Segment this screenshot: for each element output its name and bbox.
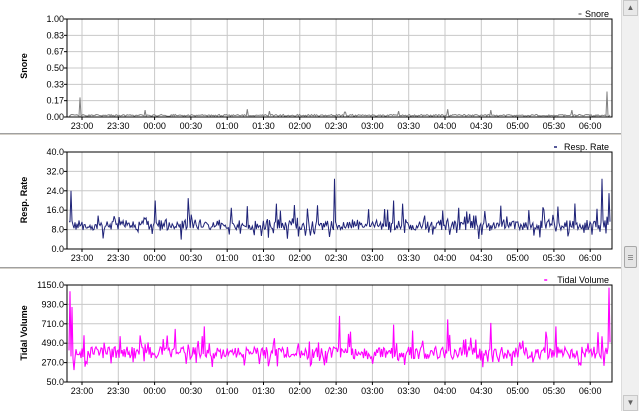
y-tick-label: 24.0: [46, 186, 64, 196]
scrollbar-thumb[interactable]: [624, 246, 637, 268]
x-tick-label: 04:30: [470, 253, 493, 263]
x-tick-label: 23:00: [71, 386, 94, 396]
x-tick-label: 00:30: [180, 121, 203, 131]
legend-label: Resp. Rate: [564, 142, 609, 152]
x-tick-label: 04:00: [434, 121, 457, 131]
x-tick-label: 06:00: [579, 121, 602, 131]
vertical-scrollbar[interactable]: ▲ ▼: [621, 0, 639, 411]
y-tick-label: 8.0: [51, 225, 64, 235]
x-tick-label: 05:00: [506, 253, 529, 263]
x-tick-label: 05:30: [543, 386, 566, 396]
y-tick-label: 1.00: [46, 14, 64, 24]
snore-panel: 1.00 0.83 0.67 0.50 0.33 0.17 0.00 23:00 23:30 00…: [0, 0, 621, 133]
x-tick-label: 03:30: [397, 253, 420, 263]
x-tick-label: 06:00: [579, 253, 602, 263]
y-tick-label: 710.0: [41, 319, 64, 329]
x-tick-label: 03:30: [397, 121, 420, 131]
x-tick-label: 23:30: [107, 253, 130, 263]
x-tick-label: 01:30: [252, 121, 275, 131]
y-axis-label: Resp. Rate: [19, 177, 29, 224]
y-tick-label: 0.00: [46, 112, 64, 122]
y-tick-label: 0.67: [46, 47, 64, 57]
x-tick-label: 05:00: [506, 121, 529, 131]
x-tick-label: 04:30: [470, 121, 493, 131]
y-tick-label: 490.0: [41, 338, 64, 348]
y-tick-label: 0.0: [51, 244, 64, 254]
x-tick-label: 02:00: [289, 121, 312, 131]
y-tick-label: 0.17: [46, 96, 64, 106]
y-tick-label: 0.50: [46, 63, 64, 73]
tidal-volume-chart: 1150.0 930.0 710.0 490.0 270.0 50.0 23:00 23:30…: [19, 275, 613, 396]
x-tick-label: 03:30: [397, 386, 420, 396]
x-tick-label: 02:30: [325, 121, 348, 131]
scroll-up-arrow-icon[interactable]: ▲: [623, 0, 638, 16]
tidal-volume-panel: 1150.0 930.0 710.0 490.0 270.0 50.0 23:00 23:30…: [0, 270, 621, 411]
legend-label: Tidal Volume: [557, 275, 609, 285]
x-tick-label: 01:00: [216, 386, 239, 396]
x-tick-label: 01:00: [216, 253, 239, 263]
resp-rate-panel: 40.0 32.0 24.0 16.0 8.0 0.0 23:00 23:30 00:00 00:…: [0, 136, 621, 267]
x-tick-label: 03:00: [361, 253, 384, 263]
x-tick-label: 06:00: [579, 386, 602, 396]
x-tick-label: 23:00: [71, 253, 94, 263]
y-tick-label: 0.33: [46, 79, 64, 89]
x-tick-label: 05:30: [543, 253, 566, 263]
scroll-down-arrow-icon[interactable]: ▼: [623, 395, 638, 411]
x-tick-label: 23:30: [107, 121, 130, 131]
legend-label: Snore: [585, 9, 609, 19]
y-tick-label: 1150.0: [37, 280, 64, 290]
snore-chart: 1.00 0.83 0.67 0.50 0.33 0.17 0.00 23:00 23:30 00…: [19, 9, 613, 131]
x-tick-label: 23:30: [107, 386, 130, 396]
x-tick-label: 02:00: [289, 386, 312, 396]
x-tick-label: 00:00: [143, 253, 166, 263]
x-tick-label: 02:00: [289, 253, 312, 263]
y-tick-label: 32.0: [46, 166, 64, 176]
x-tick-label: 04:00: [434, 386, 457, 396]
grip-line: [628, 259, 633, 260]
plot-area: [67, 152, 612, 249]
y-tick-label: 16.0: [46, 205, 64, 215]
y-tick-label: 0.83: [46, 30, 64, 40]
x-tick-label: 01:30: [252, 253, 275, 263]
x-tick-label: 03:00: [361, 386, 384, 396]
x-tick-label: 00:30: [180, 253, 203, 263]
y-tick-label: 270.0: [41, 358, 64, 368]
x-tick-label: 00:30: [180, 386, 203, 396]
x-tick-label: 05:30: [543, 121, 566, 131]
x-tick-label: 00:00: [143, 121, 166, 131]
x-tick-label: 04:00: [434, 253, 457, 263]
chart-window: 1.00 0.83 0.67 0.50 0.33 0.17 0.00 23:00 23:30 00…: [0, 0, 639, 411]
grip-line: [628, 257, 633, 258]
x-tick-label: 04:30: [470, 386, 493, 396]
x-tick-label: 23:00: [71, 121, 94, 131]
grip-line: [628, 255, 633, 256]
y-tick-label: 40.0: [46, 147, 64, 157]
resp-rate-chart: 40.0 32.0 24.0 16.0 8.0 0.0 23:00 23:30 00:00 00:…: [19, 142, 613, 263]
x-tick-label: 02:30: [325, 386, 348, 396]
x-tick-label: 01:30: [252, 386, 275, 396]
y-tick-label: 930.0: [41, 299, 64, 309]
x-tick-label: 05:00: [506, 386, 529, 396]
y-axis-label: Tidal Volume: [19, 305, 29, 360]
x-tick-label: 03:00: [361, 121, 384, 131]
y-tick-label: 50.0: [46, 377, 64, 387]
x-tick-label: 01:00: [216, 121, 239, 131]
y-axis-label: Snore: [19, 53, 29, 79]
x-tick-label: 02:30: [325, 253, 348, 263]
x-tick-label: 00:00: [143, 386, 166, 396]
